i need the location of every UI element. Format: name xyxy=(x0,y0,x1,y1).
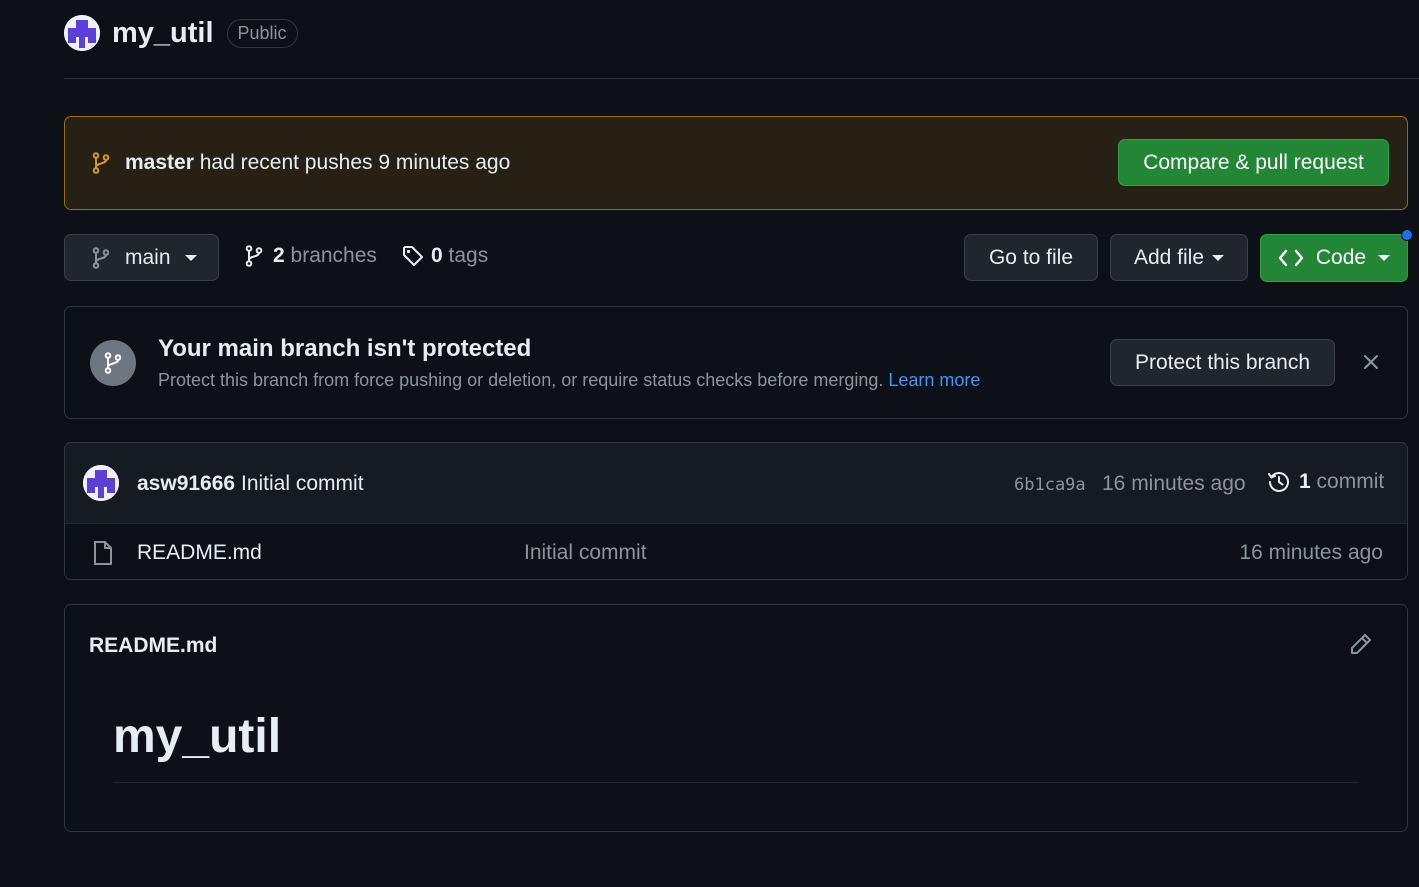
file-list: asw91666 Initial commit 6b1ca9a 16 minut… xyxy=(64,442,1408,580)
branch-protection-notice: Your main branch isn't protected Protect… xyxy=(64,306,1408,419)
git-branch-icon xyxy=(91,246,111,269)
commit-history-link[interactable]: 1 commit xyxy=(1267,470,1384,494)
file-commit-message[interactable]: Initial commit xyxy=(524,541,647,565)
table-row[interactable]: README.md Initial commit 16 minutes ago xyxy=(65,525,1407,579)
readme-heading: my_util xyxy=(113,710,282,763)
chevron-down-icon xyxy=(184,254,197,261)
branches-label: branches xyxy=(290,244,377,267)
code-button[interactable]: Code xyxy=(1260,234,1408,282)
pushed-branch-name[interactable]: master xyxy=(125,151,194,174)
push-message-text: had recent pushes 9 minutes ago xyxy=(199,151,511,174)
protection-title: Your main branch isn't protected xyxy=(158,335,532,362)
tag-icon xyxy=(402,245,424,267)
git-branch-icon xyxy=(244,245,264,267)
file-name[interactable]: README.md xyxy=(137,541,262,565)
commit-count-label: commit xyxy=(1316,470,1385,493)
git-branch-icon xyxy=(91,152,111,174)
notification-dot xyxy=(1401,229,1413,241)
header-divider xyxy=(64,78,1419,79)
go-to-file-button[interactable]: Go to file xyxy=(964,234,1098,281)
file-icon xyxy=(92,540,114,566)
tags-count: 0 xyxy=(431,244,443,267)
learn-more-link[interactable]: Learn more xyxy=(888,370,980,390)
tags-label: tags xyxy=(448,244,489,267)
file-time: 16 minutes ago xyxy=(1239,541,1383,564)
current-branch-label: main xyxy=(125,245,171,269)
tags-link[interactable]: 0 tags xyxy=(402,244,488,268)
readme-title[interactable]: README.md xyxy=(89,634,217,658)
push-message: master had recent pushes 9 minutes ago xyxy=(125,151,510,175)
chevron-down-icon xyxy=(1378,255,1391,261)
commit-count: 1 xyxy=(1299,470,1311,493)
add-file-label: Add file xyxy=(1133,245,1205,269)
add-file-button[interactable]: Add file xyxy=(1110,234,1248,281)
code-button-label: Code xyxy=(1315,246,1367,269)
branches-count: 2 xyxy=(273,244,285,267)
history-icon xyxy=(1267,470,1291,494)
repo-name[interactable]: my_util xyxy=(112,17,214,50)
git-branch-icon xyxy=(90,340,136,386)
commit-author[interactable]: asw91666 xyxy=(137,472,235,496)
heading-divider xyxy=(113,782,1359,783)
code-icon xyxy=(1278,248,1304,268)
protect-branch-button[interactable]: Protect this branch xyxy=(1110,339,1335,386)
branches-link[interactable]: 2 branches xyxy=(244,244,377,268)
commit-message[interactable]: Initial commit xyxy=(241,472,364,496)
chevron-down-icon xyxy=(1212,254,1225,261)
protection-description-text: Protect this branch from force pushing o… xyxy=(158,370,884,390)
latest-commit-row: asw91666 Initial commit 6b1ca9a 16 minut… xyxy=(65,443,1407,524)
commit-time: 16 minutes ago xyxy=(1102,472,1246,495)
avatar[interactable] xyxy=(83,465,119,501)
commit-sha[interactable]: 6b1ca9a xyxy=(1014,475,1086,495)
readme-panel: README.md my_util xyxy=(64,604,1408,832)
recent-push-banner: master had recent pushes 9 minutes ago C… xyxy=(64,116,1408,210)
branch-selector[interactable]: main xyxy=(64,234,219,281)
visibility-badge: Public xyxy=(226,18,298,48)
close-icon[interactable] xyxy=(1361,352,1381,372)
protection-description: Protect this branch from force pushing o… xyxy=(158,370,980,391)
owner-avatar[interactable] xyxy=(64,15,100,51)
pencil-icon[interactable] xyxy=(1349,632,1373,656)
repo-header: my_util Public xyxy=(64,14,298,52)
compare-pull-request-button[interactable]: Compare & pull request xyxy=(1118,139,1389,186)
